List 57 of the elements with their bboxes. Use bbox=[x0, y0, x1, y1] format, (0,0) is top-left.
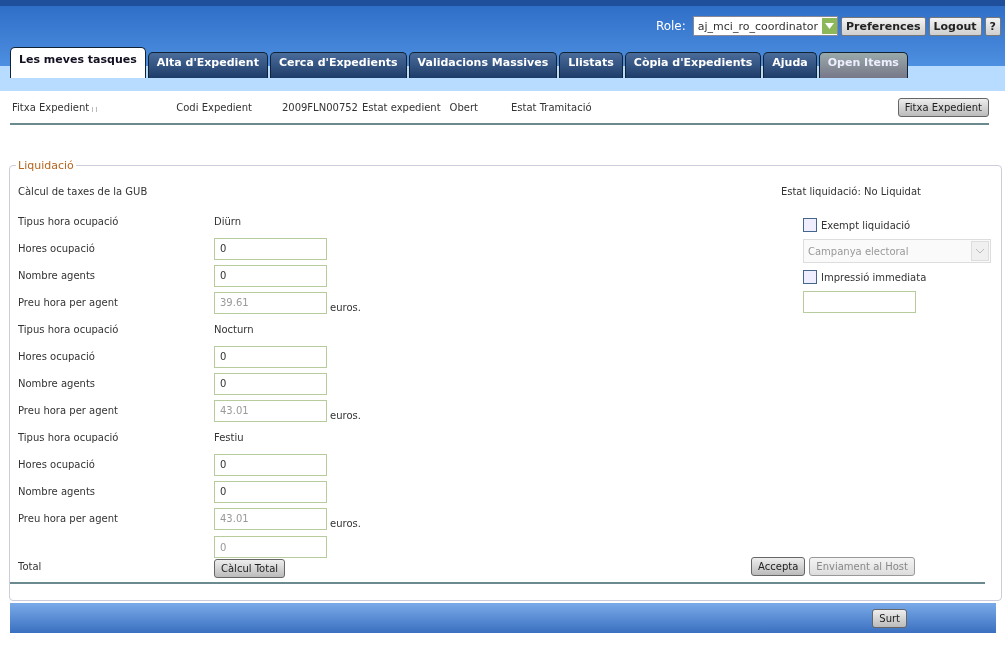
field-label: Codi Expedient bbox=[176, 101, 252, 113]
header-button[interactable]: ? bbox=[984, 16, 1001, 36]
field-label: Nombre agents bbox=[18, 270, 96, 281]
input-field[interactable]: 0 bbox=[214, 345, 327, 368]
field-label: Hores ocupació bbox=[18, 351, 96, 362]
role-select[interactable]: aj_mci_ro_coordinator bbox=[692, 16, 839, 36]
field-label: Tipus hora ocupació bbox=[18, 432, 120, 443]
field-value: 2009FLN00752 bbox=[281, 101, 358, 113]
role-label: Role: bbox=[655, 19, 686, 33]
nav-tab[interactable]: Alta d'Expedient bbox=[147, 52, 268, 78]
field-label: Estat expedient bbox=[362, 101, 441, 113]
field-label: Tipus hora ocupació bbox=[18, 324, 120, 335]
nav-tab[interactable]: Llistats bbox=[559, 52, 623, 78]
panel-subtitle: Càlcul de taxes de la GUB bbox=[18, 186, 148, 197]
checkbox[interactable] bbox=[803, 270, 817, 284]
grip-icon bbox=[92, 106, 99, 112]
action-button[interactable]: Accepta bbox=[751, 557, 806, 576]
nav-tab[interactable]: Validacions Massives bbox=[408, 52, 558, 78]
header-button[interactable]: Preferences bbox=[841, 16, 926, 36]
input-field[interactable]: 0 bbox=[214, 264, 327, 287]
unit-label: euros. bbox=[330, 410, 361, 421]
panel-legend: Liquidació bbox=[16, 159, 76, 172]
unit-label: euros. bbox=[330, 302, 361, 313]
field-value: Festiu bbox=[214, 432, 244, 443]
caret-icon bbox=[971, 241, 989, 261]
field-label: Hores ocupació bbox=[18, 459, 96, 470]
input-field[interactable]: 0 bbox=[214, 480, 327, 503]
field-value: Obert bbox=[449, 101, 478, 113]
checkbox-label: Exempt liquidació bbox=[821, 219, 911, 231]
field-label: Estat Tramitació bbox=[511, 101, 592, 113]
field-label: Preu hora per agent bbox=[18, 297, 119, 308]
field-label: Hores ocupació bbox=[18, 243, 96, 254]
nav-tab[interactable]: Còpia d'Expedients bbox=[624, 52, 762, 78]
nav-tab[interactable]: Cerca d'Expedients bbox=[269, 52, 407, 78]
section-title: Fitxa Expedient bbox=[12, 101, 90, 113]
exit-button[interactable]: Surt bbox=[872, 608, 907, 628]
fitxa-button[interactable]: Fitxa Expedient bbox=[897, 97, 989, 117]
field-value: Nocturn bbox=[214, 324, 254, 335]
checkbox[interactable] bbox=[803, 218, 817, 232]
input-field[interactable]: 0 bbox=[214, 237, 327, 260]
input-field[interactable] bbox=[803, 291, 916, 313]
field-label: Nombre agents bbox=[18, 486, 96, 497]
unit-label: euros. bbox=[330, 518, 361, 529]
nav-tab[interactable]: Les meves tasques bbox=[10, 47, 146, 78]
field-label: Total bbox=[18, 559, 43, 572]
nav-tab[interactable]: Ajuda bbox=[763, 52, 817, 78]
field-label: Tipus hora ocupació bbox=[18, 216, 120, 227]
input-field[interactable]: 0 bbox=[214, 453, 327, 476]
field-label: Preu hora per agent bbox=[18, 405, 119, 416]
field-label: Preu hora per agent bbox=[18, 513, 119, 524]
status-text: Estat liquidació: No Liquidat bbox=[780, 186, 921, 197]
input-field[interactable]: 0 bbox=[214, 372, 327, 395]
caret-icon bbox=[822, 18, 838, 34]
checkbox-label: Impressió immediata bbox=[821, 271, 927, 283]
header-button[interactable]: Logout bbox=[928, 16, 982, 36]
field-value: Diürn bbox=[214, 216, 242, 227]
field-label: Nombre agents bbox=[18, 378, 96, 389]
